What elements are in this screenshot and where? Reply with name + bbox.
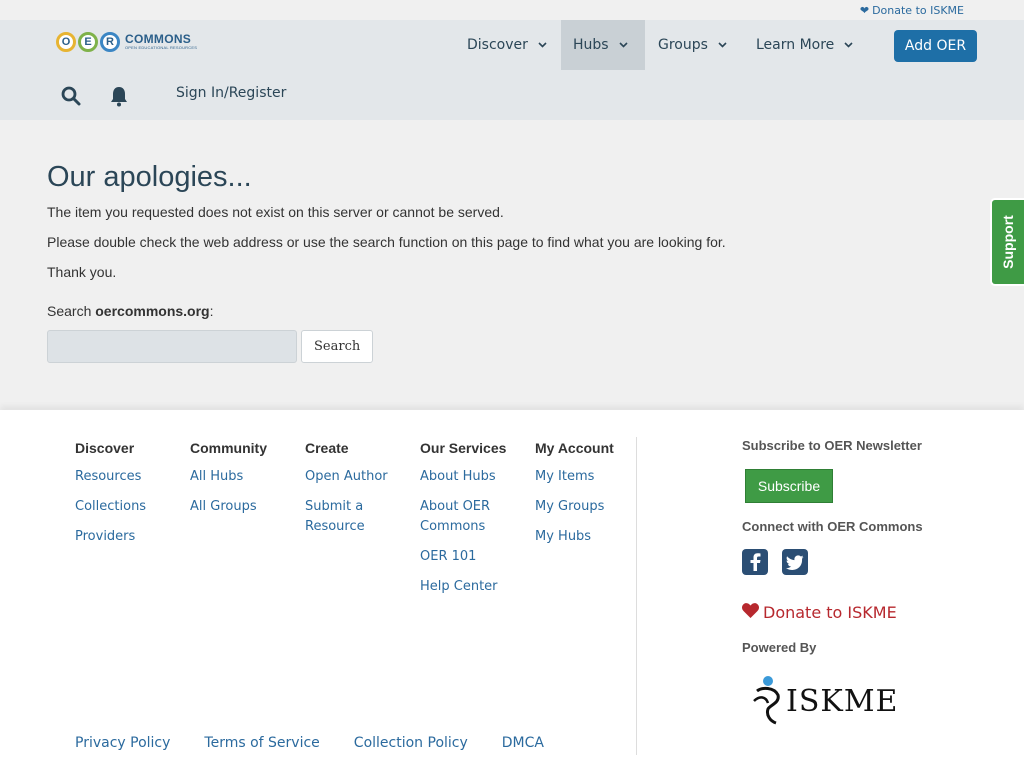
nav-hubs-label: Hubs	[573, 37, 609, 53]
footer-col-services: Our Services About Hubs About OER Common…	[420, 438, 510, 607]
add-oer-button[interactable]: Add OER	[894, 30, 977, 62]
footer-bottom-links: Privacy Policy Terms of Service Collecti…	[75, 735, 544, 751]
sub-nav: Sign In/Register	[0, 70, 1024, 120]
terms-of-service-link[interactable]: Terms of Service	[204, 735, 319, 751]
nav-groups-label: Groups	[658, 37, 708, 53]
search-form: Search	[47, 330, 947, 363]
footer-col-title: Create	[305, 440, 349, 456]
footer-link-about-oer-commons[interactable]: About OER Commons	[420, 497, 510, 537]
error-message: The item you requested does not exist on…	[47, 204, 504, 220]
footer-col-create: Create Open Author Submit a Resource	[305, 438, 400, 547]
chevron-down-icon	[619, 41, 628, 51]
powered-by-label: Powered By	[742, 640, 817, 655]
newsletter-title: Subscribe to OER Newsletter	[742, 438, 922, 453]
footer-col-community: Community All Hubs All Groups	[190, 438, 300, 527]
facebook-icon[interactable]	[742, 549, 768, 575]
page-title: Our apologies...	[47, 161, 252, 193]
dmca-link[interactable]: DMCA	[502, 735, 544, 751]
privacy-policy-link[interactable]: Privacy Policy	[75, 735, 170, 751]
chevron-down-icon	[718, 41, 727, 51]
footer-link-providers[interactable]: Providers	[75, 527, 185, 547]
footer-divider	[636, 437, 637, 755]
search-button[interactable]: Search	[301, 330, 374, 363]
nav-discover-label: Discover	[467, 37, 528, 53]
iskme-logo[interactable]: ISKME	[752, 673, 1002, 729]
subscribe-button[interactable]: Subscribe	[745, 469, 833, 503]
footer-link-collections[interactable]: Collections	[75, 497, 185, 517]
search-icon[interactable]	[58, 83, 84, 109]
donate-footer-link[interactable]: Donate to ISKME	[742, 603, 1002, 622]
chevron-down-icon	[538, 41, 547, 51]
footer-link-my-items[interactable]: My Items	[535, 467, 630, 487]
search-label: Search oercommons.org:	[47, 303, 947, 319]
footer-link-open-author[interactable]: Open Author	[305, 467, 400, 487]
heart-icon: ❤	[859, 4, 870, 17]
search-input[interactable]	[47, 330, 297, 363]
footer-link-my-groups[interactable]: My Groups	[535, 497, 630, 517]
support-tab[interactable]: Support	[990, 198, 1024, 286]
site-footer: Discover Resources Collections Providers…	[0, 410, 1024, 768]
thanks-message: Thank you.	[47, 264, 117, 280]
donate-footer-label: Donate to ISKME	[763, 603, 897, 622]
footer-link-all-hubs[interactable]: All Hubs	[190, 467, 300, 487]
social-links	[742, 549, 1002, 575]
top-strip: ❤ Donate to ISKME	[0, 0, 1024, 20]
footer-link-submit-resource[interactable]: Submit a Resource	[305, 497, 400, 537]
footer-link-my-hubs[interactable]: My Hubs	[535, 527, 630, 547]
connect-title: Connect with OER Commons	[742, 519, 923, 534]
search-label-prefix: Search	[47, 303, 96, 319]
footer-link-all-groups[interactable]: All Groups	[190, 497, 300, 517]
footer-right-panel: Subscribe to OER Newsletter Subscribe Co…	[742, 438, 1002, 729]
chevron-down-icon	[844, 41, 853, 51]
donate-top-link[interactable]: ❤ Donate to ISKME	[860, 4, 964, 17]
nav-discover[interactable]: Discover	[455, 20, 559, 70]
search-label-site: oercommons.org	[95, 303, 210, 319]
footer-link-oer-101[interactable]: OER 101	[420, 547, 510, 567]
heart-icon	[742, 603, 759, 622]
footer-col-title: Discover	[75, 440, 135, 456]
nav-hubs[interactable]: Hubs	[561, 20, 645, 70]
iskme-figure-icon	[753, 676, 780, 725]
site-header: O E R COMMONS OPEN EDUCATIONAL RESOURCES…	[0, 20, 1024, 120]
main-nav: Discover Hubs Groups Learn More Add OER	[0, 20, 1024, 70]
nav-groups[interactable]: Groups	[646, 20, 739, 70]
footer-link-resources[interactable]: Resources	[75, 467, 185, 487]
footer-col-discover: Discover Resources Collections Providers	[75, 438, 185, 557]
footer-col-title: Community	[190, 440, 267, 456]
error-content: Our apologies... The item you requested …	[47, 160, 947, 363]
donate-top-label: Donate to ISKME	[872, 4, 964, 17]
help-message: Please double check the web address or u…	[47, 234, 726, 250]
twitter-icon[interactable]	[782, 549, 808, 575]
footer-col-title: My Account	[535, 440, 614, 456]
nav-learn-more-label: Learn More	[756, 37, 835, 53]
footer-col-my-account: My Account My Items My Groups My Hubs	[535, 438, 630, 557]
sign-in-register-link[interactable]: Sign In/Register	[176, 85, 286, 101]
search-label-suffix: :	[209, 303, 214, 319]
iskme-wordmark: ISKME	[786, 683, 899, 719]
footer-link-about-hubs[interactable]: About Hubs	[420, 467, 510, 487]
bell-icon[interactable]	[106, 83, 132, 109]
footer-link-help-center[interactable]: Help Center	[420, 577, 510, 597]
collection-policy-link[interactable]: Collection Policy	[354, 735, 468, 751]
support-tab-label: Support	[1000, 215, 1016, 269]
footer-col-title: Our Services	[420, 440, 507, 456]
nav-learn-more[interactable]: Learn More	[744, 20, 865, 70]
